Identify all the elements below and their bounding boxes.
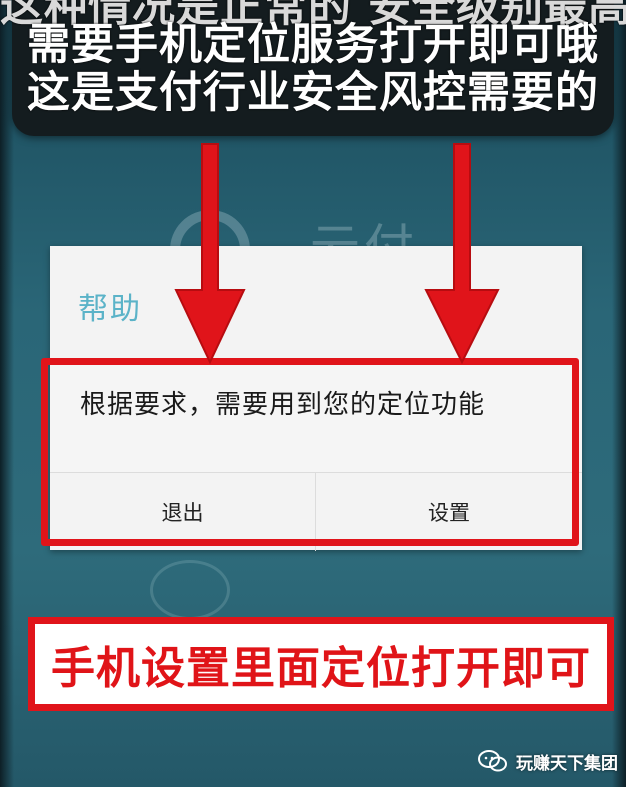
highlight-box [41,358,579,546]
arrow-down-right-icon [424,143,500,365]
banner-line-3: 这是支付行业安全风控需要的 [27,68,599,118]
watermark: 玩赚天下集团 [478,746,618,776]
background-decoration [150,560,230,620]
arrow-down-left-icon [174,143,246,365]
dialog-title: 帮助 [78,292,142,327]
bottom-caption-box: 手机设置里面定位打开即可 [28,617,614,711]
wechat-icon [478,749,508,773]
watermark-text: 玩赚天下集团 [516,753,618,774]
bottom-caption-text: 手机设置里面定位打开即可 [51,643,591,694]
